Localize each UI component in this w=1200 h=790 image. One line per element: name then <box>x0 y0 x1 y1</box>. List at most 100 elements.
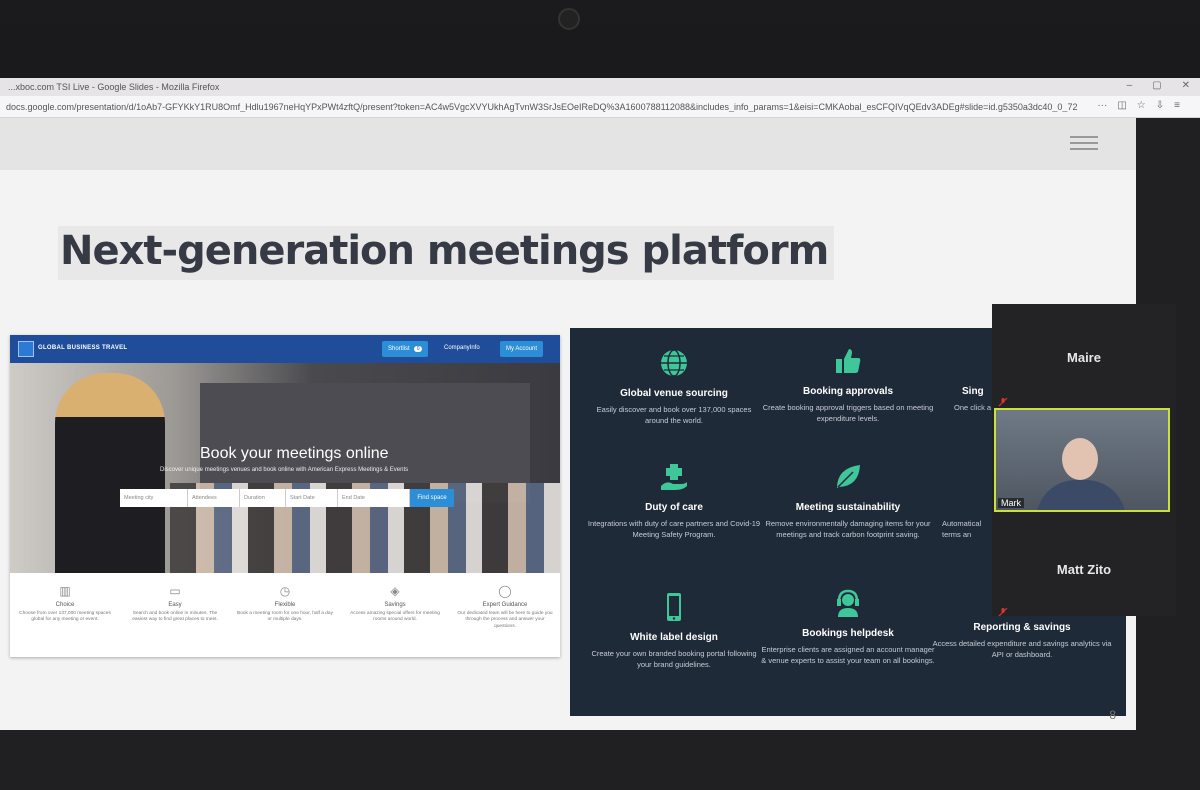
website-screenshot: GLOBAL BUSINESS TRAVEL Shortlist 0 Compa… <box>10 335 560 657</box>
feature-desc: Enterprise clients are assigned an accou… <box>761 645 935 665</box>
venue-search-bar: Meeting city Attendees Duration Start Da… <box>120 489 454 507</box>
pocket-icon[interactable]: ◫ <box>1117 100 1126 111</box>
feature-name: Flexible <box>274 602 296 608</box>
city-field: Meeting city <box>120 489 188 507</box>
participant-video-body <box>1036 480 1126 510</box>
find-space-button: Find space <box>410 489 454 507</box>
feature-desc: Search and book online in minutes. The e… <box>132 611 218 623</box>
headset-icon <box>831 586 865 620</box>
feature-name: Savings <box>384 602 406 608</box>
feature-desc: Our dedicated team will be here to guide… <box>457 611 553 629</box>
hero-image: Book your meetings online Discover uniqu… <box>10 363 560 573</box>
feature-title: Meeting sustainability <box>795 502 901 513</box>
participant-video-mark[interactable]: Mark <box>994 408 1170 512</box>
shortlist-label: Shortlist <box>388 346 410 352</box>
address-bar[interactable]: docs.google.com/presentation/d/1oAb7-GFY… <box>0 96 1200 118</box>
downloads-icon[interactable]: ⇩ <box>1156 100 1164 111</box>
laptop-icon: ▭ <box>169 584 181 598</box>
feature-booking-approvals: Booking approvals Create booking approva… <box>758 344 938 425</box>
muted-mic-icon <box>998 394 1008 407</box>
feature-title: Bookings helpdesk <box>802 628 894 639</box>
feature-name: Expert Guidance <box>482 602 528 608</box>
menu-icon <box>1070 136 1098 150</box>
feature-flexible: ◷ Flexible Book a meeting room for one h… <box>230 577 340 657</box>
close-icon[interactable]: ✕ <box>1182 80 1190 91</box>
companyinfo-menu: CompanyInfo <box>444 345 480 351</box>
slide-page-number: 8 <box>1109 708 1116 722</box>
window-title: ...xboc.com TSI Live - Google Slides - M… <box>8 82 220 92</box>
feature-desc: Automatical terms an <box>942 519 982 539</box>
slide-title: Next-generation meetings platform <box>58 226 835 280</box>
feature-savings: ◈ Savings Access amazing special offers … <box>340 577 450 657</box>
tag-icon: ◈ <box>390 584 400 598</box>
start-date-field: Start Date <box>286 489 338 507</box>
muted-mic-icon <box>998 604 1008 617</box>
feature-desc: Easily discover and book over 137,000 sp… <box>596 405 752 425</box>
feature-bookings-helpdesk: Bookings helpdesk Enterprise clients are… <box>758 586 938 667</box>
feature-desc: Integrations with duty of care partners … <box>587 519 761 539</box>
url-text[interactable]: docs.google.com/presentation/d/1oAb7-GFY… <box>0 102 1080 112</box>
participant-video-head <box>1062 438 1098 480</box>
more-icon[interactable]: ··· <box>1097 100 1107 111</box>
participant-tile-maire[interactable]: Maire <box>992 304 1176 408</box>
feature-easy: ▭ Easy Search and book online in minutes… <box>120 577 230 657</box>
window-titlebar: ...xboc.com TSI Live - Google Slides - M… <box>0 78 1200 96</box>
participant-tile-matt-zito[interactable]: Matt Zito <box>992 512 1176 617</box>
maximize-icon[interactable]: ▢ <box>1152 80 1161 91</box>
slide: Next-generation meetings platform GLOBAL… <box>0 118 1136 730</box>
feature-name: Choice <box>55 602 75 608</box>
hero-title: Book your meetings online <box>200 445 389 462</box>
participant-name: Maire <box>1067 350 1101 365</box>
slides-viewport: Next-generation meetings platform GLOBAL… <box>0 118 1200 790</box>
attendees-field: Attendees <box>188 489 240 507</box>
feature-desc: Create booking approval triggers based o… <box>762 403 934 423</box>
site-header: GLOBAL BUSINESS TRAVEL Shortlist 0 Compa… <box>10 335 560 363</box>
feature-meeting-sustainability: Meeting sustainability Remove environmen… <box>758 460 938 541</box>
my-account-button: My Account <box>500 341 544 357</box>
shortlist-count: 0 <box>413 346 423 352</box>
thumbs-up-icon <box>831 344 865 378</box>
slide-header-band <box>0 118 1136 170</box>
participant-name: Mark <box>998 498 1024 508</box>
feature-title: Booking approvals <box>802 386 893 397</box>
feature-choice: ▥ Choice Choose from over 137,000 meetin… <box>10 577 120 657</box>
feature-white-label-design: White label design Create your own brand… <box>584 590 764 671</box>
building-icon: ▥ <box>59 584 71 598</box>
minimize-icon[interactable]: – <box>1127 80 1133 91</box>
feature-name: Easy <box>168 602 182 608</box>
window-controls: – ▢ ✕ <box>1127 80 1190 91</box>
feature-title: White label design <box>630 632 718 643</box>
globe-icon <box>657 346 691 380</box>
clock-icon: ◷ <box>279 584 291 598</box>
bookmark-star-icon[interactable]: ☆ <box>1137 100 1146 111</box>
feature-expert-guidance: ◯ Expert Guidance Our dedicated team wil… <box>450 577 560 657</box>
shortlist-button: Shortlist 0 <box>382 341 429 357</box>
hamburger-menu-icon[interactable]: ≡ <box>1174 100 1180 111</box>
brand-label: GLOBAL BUSINESS TRAVEL <box>38 345 128 351</box>
leaf-icon <box>831 460 865 494</box>
feature-desc: Create your own branded booking portal f… <box>591 649 757 669</box>
duration-field: Duration <box>240 489 286 507</box>
feature-desc: Access detailed expenditure and savings … <box>932 639 1112 659</box>
hero-subtitle: Discover unique meetings venues and book… <box>160 467 409 473</box>
webcam <box>558 8 580 30</box>
person-icon: ◯ <box>498 584 512 598</box>
feature-desc: Remove environmentally damaging items fo… <box>765 519 931 539</box>
feature-desc: Book a meeting room for one hour, half a… <box>237 611 333 623</box>
participant-name: Matt Zito <box>1056 562 1112 577</box>
toolbar-icons: ··· ◫ ☆ ⇩ ≡ <box>1097 100 1180 111</box>
video-call-panel[interactable]: Maire Mark Matt Zito <box>992 304 1176 617</box>
feature-title: Reporting & savings <box>973 622 1071 633</box>
feature-desc: Access amazing special offers for meetin… <box>350 611 440 623</box>
feature-title: Duty of care <box>645 502 703 513</box>
screen: ...xboc.com TSI Live - Google Slides - M… <box>0 78 1200 790</box>
features-row: ▥ Choice Choose from over 137,000 meetin… <box>10 577 560 657</box>
feature-duty-of-care: Duty of care Integrations with duty of c… <box>584 460 764 541</box>
feature-title: Global venue sourcing <box>620 388 728 399</box>
phone-icon <box>657 590 691 624</box>
feature-global-venue-sourcing: Global venue sourcing Easily discover an… <box>584 346 764 427</box>
hero-speaker <box>55 373 165 573</box>
end-date-field: End Date <box>338 489 410 507</box>
feature-desc: Choose from over 137,000 meeting spaces … <box>19 611 111 623</box>
hand-plus-icon <box>657 460 691 494</box>
